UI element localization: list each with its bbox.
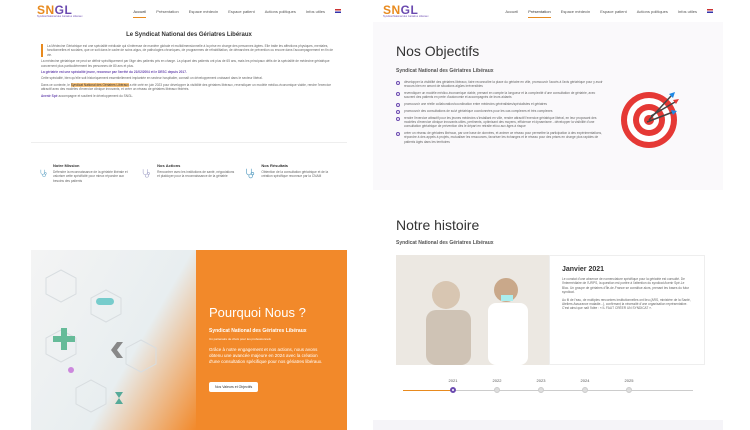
- why-us-text: Grâce à notre engagement et nos actions,…: [209, 347, 323, 364]
- objective-text: développer la visibilité des gériatres l…: [404, 80, 603, 89]
- bullet-icon: [396, 81, 400, 85]
- timeline-label: 2023: [536, 378, 546, 383]
- left-top-panel: SNGL Syndicat National des Gériatres Lib…: [31, 0, 347, 143]
- bullet-icon: [396, 102, 400, 107]
- target-darts-icon: [621, 92, 679, 148]
- history-panel: Notre histoire Syndicat National des Gér…: [373, 205, 723, 430]
- nav-item-presentation[interactable]: Présentation: [156, 9, 178, 14]
- actions-card: Nos Actions Rencontrer avec les instituti…: [141, 163, 236, 223]
- highlighted-text: Syndicat National des Gériatres Libéraux: [70, 82, 129, 87]
- history-year: Janvier 2021: [562, 266, 605, 273]
- main-menu: Accueil Présentation Espace médecin Espa…: [133, 9, 341, 18]
- language-flag-icon[interactable]: [335, 9, 341, 13]
- nav-item-actions-politiques[interactable]: Actions politiques: [637, 9, 668, 14]
- nav-item-accueil[interactable]: Accueil: [133, 9, 146, 18]
- nav-item-accueil[interactable]: Accueil: [505, 9, 518, 14]
- sngl-logo[interactable]: SNGL Syndicat National des Gériatres Lib…: [383, 4, 428, 19]
- objective-text: créer un réseau de gériatres libéraux, p…: [404, 130, 602, 144]
- mission-card: Notre Mission Défendre la reconnaissance …: [39, 163, 134, 223]
- objective-item: promouvoir une réelle collaboration/coor…: [396, 102, 606, 107]
- objective-text: rendre l'exercice attractif pour les jeu…: [404, 115, 597, 129]
- timeline-label: 2024: [580, 378, 590, 383]
- paragraph-6-text: accompagne et soutient le développement …: [58, 93, 134, 98]
- bullet-icon: [396, 116, 400, 121]
- objective-text: promouvoir une réelle collaboration/coor…: [404, 101, 547, 106]
- nav-item-presentation[interactable]: Présentation: [528, 9, 552, 18]
- bullet-icon: [396, 91, 400, 96]
- logo-subtitle: Syndicat National des Gériatres Libéraux: [37, 14, 83, 18]
- bullet-icon: [396, 109, 400, 114]
- stethoscope-icon: [40, 169, 47, 177]
- language-flag-icon[interactable]: [707, 9, 713, 13]
- mission-text: Défendre la reconnaissance de la gériatr…: [52, 170, 128, 183]
- results-card: Nos Résultats Obtention de la consultatio…: [244, 163, 339, 223]
- logo-subtitle: Syndicat National des Gériatres Libéraux: [383, 14, 429, 18]
- stethoscope-icon: [143, 169, 151, 178]
- bullet-icon: [396, 131, 400, 136]
- actions-title: Nos Actions: [157, 163, 181, 168]
- nav-item-infos-utiles[interactable]: Infos utiles: [678, 9, 697, 14]
- paragraph-6: Avenir Spé accompagne et soutient le dév…: [41, 94, 337, 98]
- paragraph-5: Dans ce contexte, le Syndicat National d…: [41, 82, 337, 92]
- doctor-patient-photo: [396, 255, 549, 365]
- results-title: Nos Résultats: [261, 163, 289, 168]
- mission-title: Notre Mission: [52, 163, 80, 168]
- actions-text: Rencontrer avec les institutions de sant…: [157, 170, 235, 179]
- nav-item-infos-utiles[interactable]: Infos utiles: [306, 9, 325, 14]
- results-text: Obtention de la consultation gériatrique…: [261, 170, 329, 179]
- top-nav-right: SNGL Syndicat National des Gériatres Lib…: [373, 0, 723, 22]
- top-nav-left: SNGL Syndicat National des Gériatres Lib…: [31, 0, 347, 22]
- paragraph-5-start: Dans ce contexte, le: [41, 82, 70, 87]
- paragraph-2: La médecine gériatrique ne peut se défin…: [41, 59, 330, 68]
- avenir-spe-label: Avenir Spé: [41, 93, 58, 98]
- stethoscope-icon: [246, 168, 255, 179]
- why-us-panel: Pourquoi Nous ? Syndicat National des Gé…: [31, 250, 347, 430]
- timeline-label: 2025: [624, 378, 634, 383]
- history-subtitle: Syndicat National des Gériatres Libéraux: [396, 240, 494, 246]
- objective-text: promouvoir des consultations de suivi gé…: [404, 108, 553, 113]
- sngl-logo[interactable]: SNGL Syndicat National des Gériatres Lib…: [37, 4, 82, 19]
- history-paragraph-2: Au fil de l'eau, de multiples rencontres…: [562, 297, 691, 311]
- objective-item: développer la visibilité des gériatres l…: [396, 80, 606, 89]
- photo-illustration: [396, 255, 549, 365]
- objectives-title: Nos Objectifs: [396, 43, 480, 59]
- nav-item-actions-politiques[interactable]: Actions politiques: [265, 9, 296, 14]
- history-card: Janvier 2021 Le constat d'une absence de…: [549, 255, 705, 365]
- paragraph-4: Cette spécialité, bien qu'elle soit hist…: [41, 76, 263, 81]
- medical-icons-illustration: [45, 269, 157, 413]
- main-menu: Accueil Présentation Espace médecin Espa…: [505, 9, 713, 18]
- objective-item: promouvoir des consultations de suivi gé…: [396, 109, 606, 114]
- timeline-label: 2022: [492, 378, 502, 383]
- nav-item-espace-patient[interactable]: Espace patient: [228, 9, 254, 14]
- nav-item-espace-medecin[interactable]: Espace médecin: [561, 9, 591, 14]
- paragraph-3: La gériatrie est une spécialité jeune, r…: [41, 70, 187, 75]
- objectives-panel: SNGL Syndicat National des Gériatres Lib…: [373, 0, 723, 190]
- timeline: 2021 2022 2023 2024 2025: [403, 378, 693, 395]
- history-paragraph-1: Le constat d'une absence de nomenclature…: [562, 277, 690, 295]
- objective-item: créer un réseau de gériatres libéraux, p…: [396, 131, 606, 144]
- objectives-list: développer la visibilité des gériatres l…: [396, 80, 606, 146]
- nav-item-espace-patient[interactable]: Espace patient: [600, 9, 626, 14]
- objective-text: revendiquer un modèle médico-économique …: [404, 90, 596, 100]
- why-us-subtitle: Syndicat National des Gériatres Libéraux: [209, 328, 307, 334]
- medical-icons-image: [31, 250, 196, 430]
- why-us-tagline: Un partenaire de choix pour les professi…: [209, 337, 271, 341]
- nav-item-espace-medecin[interactable]: Espace médecin: [189, 9, 219, 14]
- footer-strip: [373, 420, 723, 430]
- values-objectives-button[interactable]: Nos Valeurs et Objectifs: [209, 382, 259, 392]
- timeline-progress: [403, 390, 453, 391]
- timeline-label: 2021: [448, 378, 458, 383]
- objective-item: rendre l'exercice attractif pour les jeu…: [396, 116, 606, 129]
- history-title: Notre histoire: [396, 217, 480, 233]
- section-title: Le Syndicat National des Gériatres Libér…: [126, 32, 252, 38]
- why-us-title: Pourquoi Nous ?: [209, 305, 306, 320]
- objective-item: revendiquer un modèle médico-économique …: [396, 91, 606, 100]
- intro-paragraph: La Médecine Gériatrique est une spéciali…: [41, 44, 337, 58]
- missions-row: Notre Mission Défendre la reconnaissance …: [31, 163, 347, 223]
- objectives-subtitle: Syndicat National des Gériatres Libéraux: [396, 68, 494, 74]
